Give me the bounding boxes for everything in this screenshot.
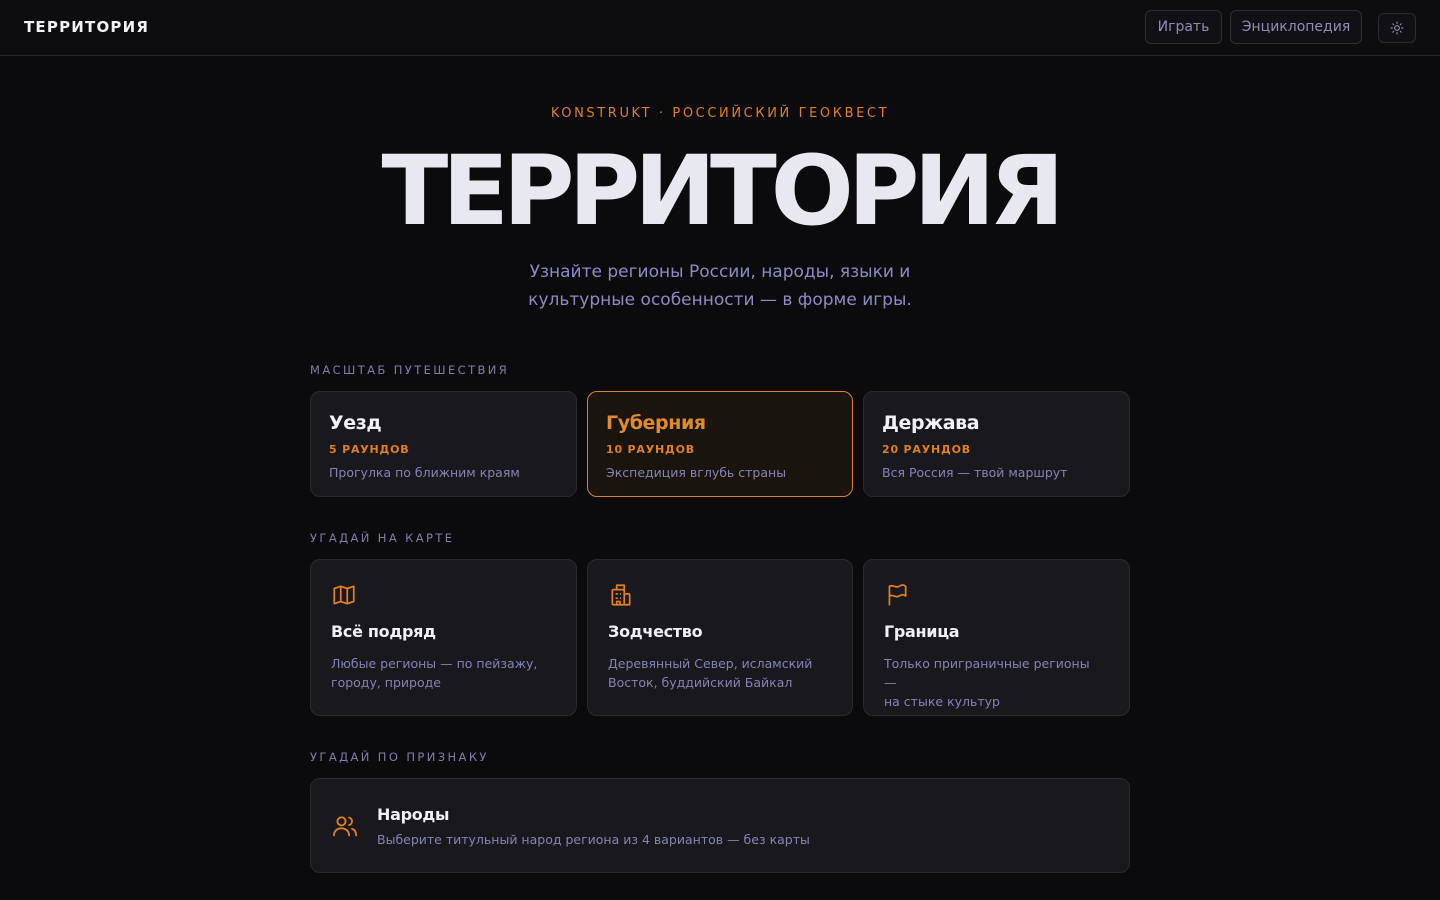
scale-card-rounds: 10 РАУНДОВ (606, 443, 695, 456)
scale-card-desc: Прогулка по ближним краям (329, 465, 520, 480)
mode-card-peoples[interactable]: Народы Выберите титульный народ региона … (310, 778, 1130, 873)
scale-card-desc: Экспедиция вглубь страны (606, 465, 787, 480)
mode-card-desc: Выберите титульный народ региона из 4 ва… (377, 832, 810, 847)
theme-toggle-button[interactable] (1378, 13, 1416, 43)
hero-subtitle: Узнайте регионы России, народы, языки и … (470, 258, 970, 314)
top-bar: ТЕРРИТОРИЯ Играть Энциклопедия (0, 0, 1440, 56)
mode-card-title: Всё подряд (331, 622, 436, 641)
sun-icon (1390, 21, 1404, 35)
scale-card-desc: Вся Россия — твой маршрут (882, 465, 1068, 480)
scale-section-label: МАСШТАБ ПУТЕШЕСТВИЯ (310, 363, 510, 377)
mode-card-desc: Только приграничные регионы — на стыке к… (884, 654, 1104, 711)
mode-card-desc-line-2: городу, природе (331, 675, 441, 690)
mode-card-desc-line-1: Любые регионы — по пейзажу, (331, 656, 538, 671)
scale-card-derzhava[interactable]: Держава 20 РАУНДОВ Вся Россия — твой мар… (863, 391, 1130, 497)
encyclopedia-button[interactable]: Энциклопедия (1230, 10, 1362, 44)
scale-card-uezd[interactable]: Уезд 5 РАУНДОВ Прогулка по ближним краям (310, 391, 577, 497)
scale-card-title: Держава (882, 412, 980, 434)
map-icon (333, 585, 355, 605)
attr-modes-section-label: УГАДАЙ ПО ПРИЗНАКУ (310, 750, 489, 764)
mode-card-desc: Деревянный Север, исламский Восток, будд… (608, 654, 828, 692)
map-modes-section-label: УГАДАЙ НА КАРТЕ (310, 531, 455, 545)
hero-title: ТЕРРИТОРИЯ (381, 135, 1064, 247)
mode-card-title: Зодчество (608, 622, 703, 641)
scale-card-title: Губерния (606, 412, 706, 434)
hero-subtitle-line-1: Узнайте регионы России, народы, языки и (529, 262, 911, 282)
mode-card-desc: Любые регионы — по пейзажу, городу, прир… (331, 654, 551, 692)
users-icon (332, 816, 358, 837)
scale-card-rounds: 20 РАУНДОВ (882, 443, 971, 456)
scale-card-rounds: 5 РАУНДОВ (329, 443, 410, 456)
mode-card-desc-line-2: Восток, буддийский Байкал (608, 675, 793, 690)
mode-card-architecture[interactable]: Зодчество Деревянный Север, исламский Во… (587, 559, 853, 716)
hero-eyebrow: KONSTRUKT · РОССИЙСКИЙ ГЕОКВЕСТ (550, 106, 890, 121)
mode-card-all[interactable]: Всё подряд Любые регионы — по пейзажу, г… (310, 559, 577, 716)
mode-card-desc-line-1: Деревянный Север, исламский (608, 656, 813, 671)
mode-card-title: Граница (884, 622, 960, 641)
logo[interactable]: ТЕРРИТОРИЯ (24, 18, 149, 36)
play-button[interactable]: Играть (1145, 10, 1222, 44)
scale-card-guberniya[interactable]: Губерния 10 РАУНДОВ Экспедиция вглубь ст… (587, 391, 853, 497)
building-icon (611, 584, 631, 606)
mode-card-border[interactable]: Граница Только приграничные регионы — на… (863, 559, 1130, 716)
hero-subtitle-line-2: культурные особенности — в форме игры. (528, 290, 912, 310)
mode-card-desc-line-2: на стыке культур (884, 694, 1000, 709)
flag-icon (888, 584, 907, 606)
mode-card-title: Народы (377, 805, 450, 824)
mode-card-desc-line-1: Только приграничные регионы — (884, 656, 1090, 690)
scale-card-title: Уезд (329, 412, 382, 434)
